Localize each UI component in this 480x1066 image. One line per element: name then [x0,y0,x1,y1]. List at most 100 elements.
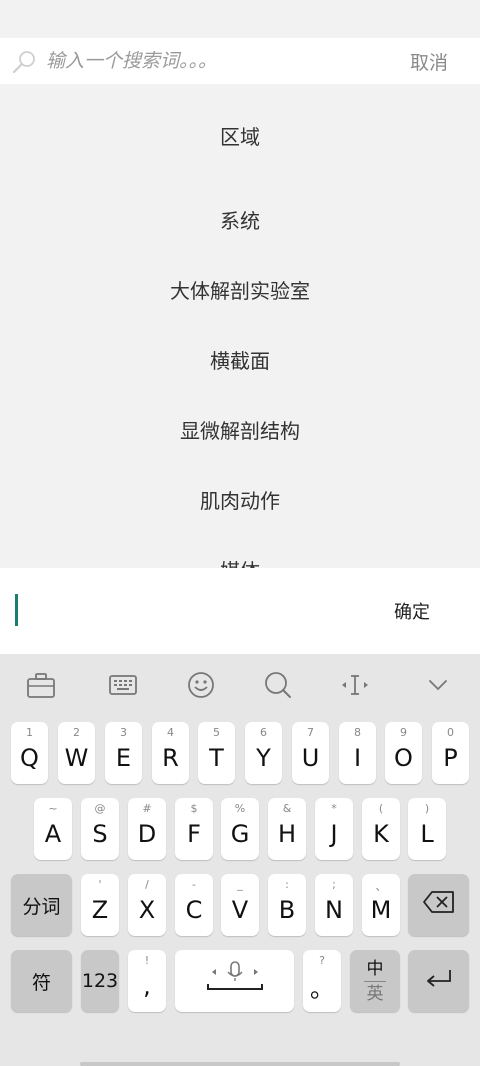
keyboard-toolbar [0,654,480,716]
key-g[interactable]: % G [221,798,259,860]
key-hint: ; [332,878,336,891]
backspace-icon [422,890,456,920]
key-hint: 、 [375,880,387,893]
key-t[interactable]: 5T [198,722,235,784]
search-keyboard-icon[interactable] [261,668,295,702]
key-y[interactable]: 6Y [245,722,282,784]
key-a[interactable]: ~ A [34,798,72,860]
key-f[interactable]: $ F [175,798,213,860]
key-z[interactable]: ' Z [81,874,119,936]
toolbox-icon[interactable] [24,668,58,702]
cursor-move-icon[interactable] [338,668,372,702]
key-b[interactable]: :B [268,874,306,936]
text-cursor [15,594,18,626]
list-item-system[interactable]: 系统 [0,184,480,254]
key-r[interactable]: 4R [152,722,189,784]
key-label: R [162,744,179,772]
key-label: D [137,820,157,848]
list-item-gross-anatomy-lab[interactable]: 大体解剖实验室 [0,254,480,324]
key-label: X [138,896,156,924]
enter-key[interactable] [408,950,469,1012]
space-key[interactable] [175,950,294,1012]
category-list: 区域 系统 大体解剖实验室 横截面 显微解剖结构 肌肉动作 媒体 [0,86,480,569]
key-label: N [325,896,343,924]
text-input-row[interactable]: 确定 [0,568,480,654]
search-input[interactable] [46,46,386,76]
key-hint: % [234,802,246,815]
search-bar: 取消 [0,38,480,84]
key-m[interactable]: 、 M [362,874,400,936]
key-label: W [64,744,89,772]
list-item-media[interactable]: 媒体 [0,534,480,569]
key-hint: 1 [26,726,33,739]
list-item-region[interactable]: 区域 [0,86,480,184]
key-label: S [92,820,108,848]
key-x[interactable]: / X [128,874,166,936]
key-hint: 5 [213,726,220,739]
enter-icon [424,967,454,995]
key-label: Y [256,744,271,772]
lang-divider [364,980,386,982]
key-h[interactable]: & H [268,798,306,860]
key-o[interactable]: 9O [385,722,422,784]
emoji-icon[interactable] [184,668,218,702]
cancel-button[interactable]: 取消 [410,48,448,75]
key-w[interactable]: 2W [58,722,95,784]
numbers-key[interactable]: 123 [81,950,119,1012]
collapse-keyboard-icon[interactable] [421,668,455,702]
list-item-microanatomy[interactable]: 显微解剖结构 [0,394,480,464]
key-hint: ! [144,954,150,967]
backspace-key[interactable] [408,874,469,936]
key-q[interactable]: 1Q [11,722,48,784]
period-key[interactable]: ?。 [303,950,341,1012]
key-hint: : [285,878,289,891]
key-d[interactable]: # D [128,798,166,860]
key-label: G [230,820,250,848]
key-hint: ' [98,878,102,891]
list-item-cross-section[interactable]: 横截面 [0,324,480,394]
key-hint: 3 [120,726,127,739]
list-item-muscle-action[interactable]: 肌肉动作 [0,464,480,534]
key-n[interactable]: ; N [315,874,353,936]
key-k[interactable]: (K [362,798,400,860]
soft-keyboard: 1Q 2W 3E 4R 5T 6Y 7U 8I 9O 0P ~ A @ S # D $… [0,654,480,1066]
key-i[interactable]: 8I [339,722,376,784]
key-v[interactable]: _ V [221,874,259,936]
key-label: E [115,744,132,772]
key-label: I [353,744,362,772]
keyboard-layout-icon[interactable] [106,668,140,702]
key-label: J [330,820,338,848]
key-label: C [185,896,203,924]
key-l[interactable]: ) L [408,798,446,860]
key-hint: & [282,802,292,815]
key-c[interactable]: -C [175,874,213,936]
key-hint: 6 [260,726,267,739]
key-label: A [44,820,62,848]
key-hint: ) [424,802,430,815]
comma-key[interactable]: !, [128,950,166,1012]
key-label: F [187,820,201,848]
key-hint: 0 [447,726,454,739]
key-p[interactable]: 0P [432,722,469,784]
confirm-button[interactable]: 确定 [394,598,430,624]
key-label: Q [20,744,39,772]
key-hint: @ [94,802,106,815]
key-hint: $ [190,802,198,815]
symbols-key[interactable]: 符 [11,950,72,1012]
key-j[interactable]: * J [315,798,353,860]
key-label: M [370,896,392,924]
home-indicator [80,1062,400,1066]
key-hint: 7 [307,726,314,739]
key-label: T [209,744,224,772]
key-label: P [443,744,458,772]
key-hint: ~ [48,802,58,815]
segment-key[interactable]: 分词 [11,874,72,936]
key-e[interactable]: 3E [105,722,142,784]
key-hint: ? [319,954,325,967]
space-mic-icon [192,958,278,1004]
key-u[interactable]: 7U [292,722,329,784]
language-switch-key[interactable]: 中 英 [350,950,400,1012]
key-hint: * [331,802,337,815]
status-bar [0,0,480,38]
key-s[interactable]: @ S [81,798,119,860]
